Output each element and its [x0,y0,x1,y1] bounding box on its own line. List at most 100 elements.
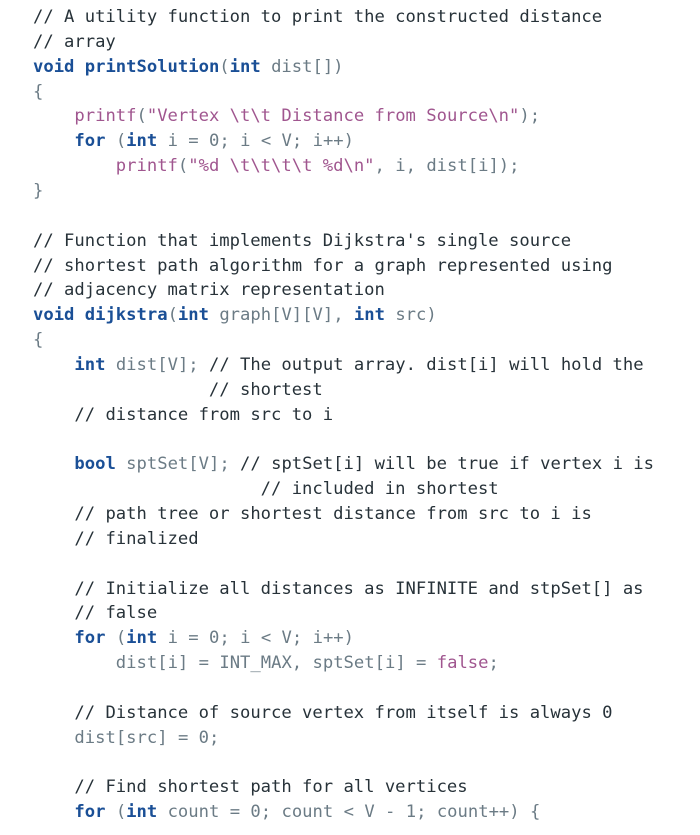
code-token-punct: [ [271,305,282,326]
code-token-keyword: int [229,56,261,77]
code-line: dist[src] = 0; [33,726,219,751]
code-token-punct: ( [167,305,178,326]
code-token-punct: ) [509,802,520,823]
code-token-punct: = [229,802,241,823]
code-token-punct: [ [188,454,199,475]
code-token-name: i [167,653,178,674]
code-token-punct: ; [291,131,303,152]
code-line: // shortest [33,378,323,403]
code-token-punct: ); [519,106,541,127]
code-token-keyword: int [74,354,106,375]
code-line: // adjacency matrix representation [33,278,385,303]
code-token-string: "Vertex \t\t Distance from Source\n" [146,106,520,127]
code-token-name: count++ [436,802,510,823]
code-token-name: i [167,131,178,152]
code-token-punct: = [188,628,199,649]
code-token-name: dist [74,727,116,748]
code-token-name: V [281,628,292,649]
code-token-punct: [ [374,653,385,674]
code-token-name: V [281,131,292,152]
code-token-punct: ) [426,305,437,326]
code-token-punct: ; [219,628,230,649]
code-token-punct: ] [177,653,189,674]
code-token-punct: ( [115,628,127,649]
code-line: { [33,328,43,353]
code-token-name: count [281,802,334,823]
code-token-func: dijkstra [84,305,168,326]
code-line: // false [33,601,157,626]
code-token-name: INT_MAX [219,653,292,674]
code-token-punct: < [343,802,354,823]
code-line: for (int count = 0; count < V - 1; count… [33,800,540,825]
code-token-punct: , [374,156,385,177]
code-token-keyword: void [33,56,75,77]
code-token-punct: } [33,180,44,201]
code-token-punct: ]; [208,454,230,475]
code-line: // distance from src to i [33,403,333,428]
code-line: dist[i] = INT_MAX, sptSet[i] = false; [33,651,499,676]
code-line: } [33,179,43,204]
code-token-number: 0 [209,131,220,152]
code-token-comment: // finalized [74,528,199,549]
code-line: // included in shortest [33,477,499,502]
code-token-punct: ( [177,156,189,177]
code-token-keyword: for [74,802,106,823]
code-line: bool sptSet[V]; // sptSet[i] will be tru… [33,452,654,477]
code-token-punct: , [291,653,303,674]
code-token-punct: ; [291,628,303,649]
code-token-comment: // path tree or shortest distance from s… [74,504,592,524]
code-token-punct: ) [343,628,355,649]
code-token-keyword: int [126,131,158,152]
code-token-name: dist [115,653,158,674]
code-line: // A utility function to print the const… [33,5,602,30]
code-line: { [33,80,43,105]
code-token-keyword: void [33,305,75,326]
code-token-keyword: for [74,628,106,649]
code-token-comment: // included in shortest [260,479,499,500]
code-line: void dijkstra(int graph[V][V], int src) [33,303,437,328]
code-token-string: false [436,653,489,674]
code-token-name: dist [115,354,158,375]
code-line: void printSolution(int dist[]) [33,55,344,80]
code-token-punct: ], [322,305,344,326]
code-token-name: i [384,653,396,674]
code-token-punct: < [260,628,272,649]
code-token-punct: = [416,653,427,674]
code-token-comment: // shortest path algorithm for a graph r… [33,255,613,276]
code-token-name: sptSet [312,653,375,674]
code-token-name: i [478,156,489,177]
code-token-comment: // Find shortest path for all vertices [74,777,468,798]
code-token-name: V [364,802,375,823]
code-line: // Function that implements Dijkstra's s… [33,229,571,254]
